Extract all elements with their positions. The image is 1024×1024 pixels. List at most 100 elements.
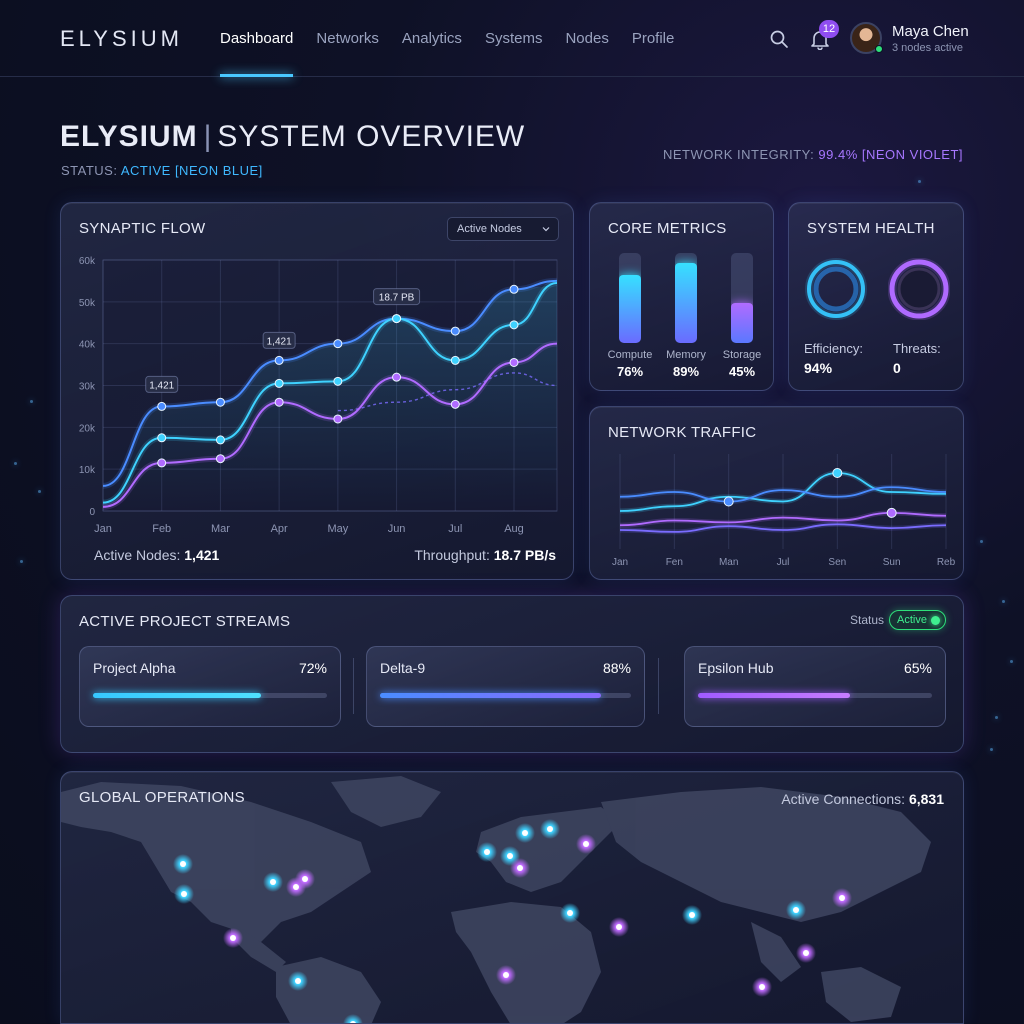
data-point[interactable] (157, 401, 167, 411)
data-point[interactable] (333, 376, 343, 386)
operation-node[interactable] (522, 830, 528, 836)
data-point[interactable] (450, 355, 460, 365)
metric-label: Compute (607, 349, 653, 361)
data-point[interactable] (450, 399, 460, 409)
stream-card[interactable]: Epsilon Hub 65% (684, 646, 946, 727)
operation-node[interactable] (503, 972, 509, 978)
y-tick-label: 10k (79, 465, 96, 476)
stream-card[interactable]: Project Alpha 72% (79, 646, 341, 727)
data-point[interactable] (333, 339, 343, 349)
page-title: ELYSIUM | SYSTEM OVERVIEW (60, 120, 525, 154)
nav-item-analytics[interactable]: Analytics (402, 30, 462, 77)
operation-node[interactable] (507, 853, 513, 859)
operation-node[interactable] (547, 826, 553, 832)
x-tick-label: Aug (504, 523, 524, 535)
operation-node[interactable] (270, 879, 276, 885)
nav-item-networks[interactable]: Networks (316, 30, 379, 77)
nav-item-systems[interactable]: Systems (485, 30, 543, 77)
x-tick-label: Fen (666, 557, 683, 568)
operation-node[interactable] (484, 849, 490, 855)
stream-percent: 65% (903, 660, 932, 676)
global-operations-panel: GLOBAL OPERATIONS Active Connections: 6,… (60, 771, 964, 1024)
core-metrics-title: CORE METRICS (608, 220, 727, 237)
top-navigation-bar: ELYSIUM Dashboard Networks Analytics System… (0, 0, 1024, 77)
stream-percent: 88% (602, 660, 631, 676)
traffic-point[interactable] (886, 507, 897, 518)
online-status-dot (875, 45, 883, 53)
nav-item-profile[interactable]: Profile (632, 30, 675, 77)
data-point[interactable] (509, 320, 519, 330)
throughput-summary: Throughput: 18.7 PB/s (414, 547, 556, 563)
metric-label: Memory (666, 349, 706, 361)
traffic-point[interactable] (723, 496, 734, 507)
metric-bar-fill (731, 302, 753, 343)
data-point[interactable] (274, 397, 284, 407)
x-tick-label: Man (719, 557, 738, 568)
data-point[interactable] (392, 372, 402, 382)
active-connections-label: Active Connections: (781, 791, 906, 807)
notification-badge[interactable]: 12 (819, 20, 839, 38)
data-point[interactable] (157, 433, 167, 443)
stream-name: Project Alpha (93, 660, 176, 676)
synaptic-flow-title: SYNAPTIC FLOW (79, 220, 206, 237)
operation-node[interactable] (793, 907, 799, 913)
page-title-brand: ELYSIUM (60, 120, 198, 153)
x-tick-label: Jan (94, 523, 112, 535)
metric-memory: Memory 89% (658, 253, 714, 379)
data-point[interactable] (509, 284, 519, 294)
y-tick-label: 30k (79, 382, 96, 393)
data-point[interactable] (392, 314, 402, 324)
data-point[interactable] (157, 458, 167, 468)
brand-logo[interactable]: ELYSIUM (60, 26, 183, 52)
world-map[interactable] (61, 772, 964, 1024)
operation-node[interactable] (230, 935, 236, 941)
threats-value: 0 (893, 360, 901, 376)
data-point[interactable] (215, 454, 225, 464)
operation-node[interactable] (583, 841, 589, 847)
metric-bar-fill (675, 262, 697, 343)
operation-node[interactable] (759, 984, 765, 990)
active-nodes-summary: Active Nodes: 1,421 (94, 547, 219, 563)
operation-node[interactable] (839, 895, 845, 901)
operation-node[interactable] (517, 865, 523, 871)
stream-card[interactable]: Delta-9 88% (366, 646, 645, 727)
divider (658, 658, 659, 714)
metric-dropdown[interactable]: Active Nodes (447, 217, 559, 241)
operation-node[interactable] (689, 912, 695, 918)
traffic-point[interactable] (832, 468, 843, 478)
efficiency-ring-icon (805, 258, 867, 320)
operation-node[interactable] (181, 891, 187, 897)
throughput-label: Throughput: (414, 547, 490, 563)
operation-node[interactable] (567, 910, 573, 916)
active-nodes-label: Active Nodes: (94, 547, 181, 563)
stream-progress-track (380, 693, 631, 698)
integrity-label: NETWORK INTEGRITY: (662, 147, 815, 162)
operation-node[interactable] (616, 924, 622, 930)
efficiency-value: 94% (804, 360, 833, 376)
operation-node[interactable] (180, 861, 186, 867)
operation-node[interactable] (803, 950, 809, 956)
operation-node[interactable] (302, 876, 308, 882)
data-point[interactable] (215, 435, 225, 445)
data-point[interactable] (450, 326, 460, 336)
x-tick-label: May (327, 523, 348, 535)
operation-node[interactable] (295, 978, 301, 984)
search-icon[interactable] (769, 29, 789, 49)
stream-status-toggle[interactable]: Active (889, 610, 946, 630)
nav-item-dashboard[interactable]: Dashboard (220, 30, 294, 77)
network-integrity: NETWORK INTEGRITY: 99.4% [NEON VIOLET] (663, 147, 963, 162)
metric-value: 76% (616, 364, 644, 379)
throughput-value: 18.7 PB/s (493, 547, 556, 563)
data-point[interactable] (274, 355, 284, 365)
x-tick-label: Reb (937, 557, 956, 568)
data-point[interactable] (274, 378, 284, 388)
data-point[interactable] (509, 357, 519, 367)
system-health-title: SYSTEM HEALTH (807, 220, 935, 237)
metric-storage: Storage 45% (714, 253, 770, 379)
nav-item-nodes[interactable]: Nodes (565, 30, 608, 77)
data-point[interactable] (333, 414, 343, 424)
data-point[interactable] (215, 397, 225, 407)
core-metrics-panel: CORE METRICS Compute 76% Memory 89% Storage 4… (589, 202, 774, 391)
user-name[interactable]: Maya Chen (892, 23, 969, 40)
metric-bar-track (731, 253, 753, 343)
